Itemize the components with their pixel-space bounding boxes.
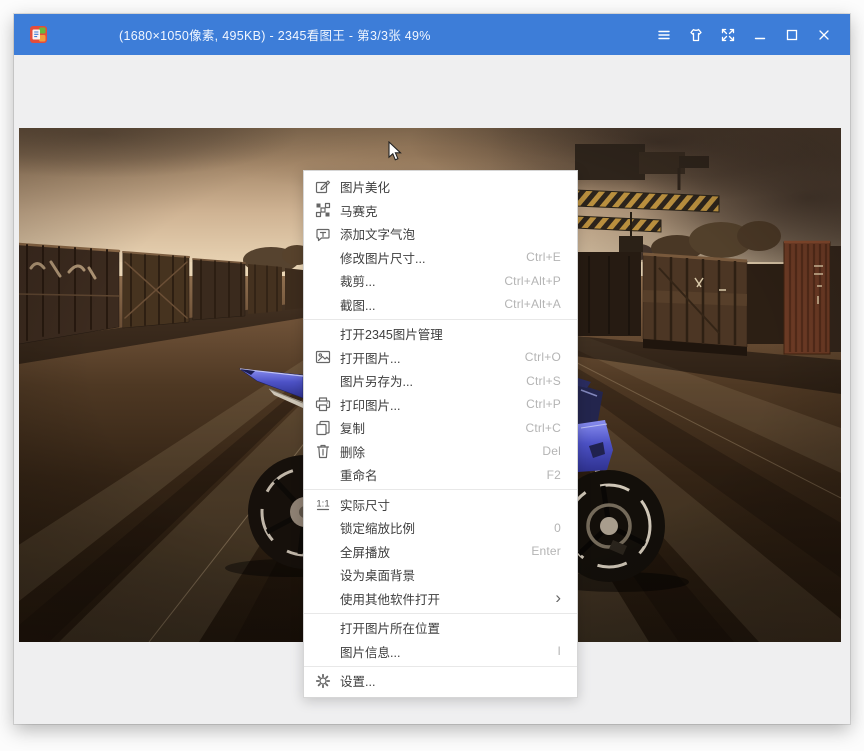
menu-item-shortcut: F2 (547, 468, 561, 482)
menu-item[interactable]: 图片信息... I (304, 640, 577, 664)
menu-item[interactable]: 使用其他软件打开 › (304, 587, 577, 611)
menu-item-label: 打印图片... (340, 395, 400, 414)
no-icon (314, 519, 332, 537)
menu-item-label: 打开2345图片管理 (340, 324, 443, 343)
menu-item[interactable]: 设为桌面背景 (304, 563, 577, 587)
submenu-arrow-icon: › (555, 589, 561, 606)
no-icon (314, 248, 332, 266)
minimize-button[interactable] (744, 20, 776, 50)
menu-separator (304, 489, 577, 490)
desktop: { "app": { "name": "2345看图王" }, "titleba… (0, 0, 864, 751)
actual-size-icon: 1:1 (314, 495, 332, 513)
skin-icon (688, 27, 704, 43)
menu-item-shortcut: I (557, 644, 561, 658)
no-icon (314, 295, 332, 313)
menu-item-label: 设置... (340, 671, 375, 690)
no-icon (314, 272, 332, 290)
menu-item-label: 图片信息... (340, 642, 400, 661)
menu-item-shortcut: Ctrl+Alt+P (504, 274, 561, 288)
menu-item-label: 重命名 (340, 465, 378, 484)
menu-item[interactable]: 重命名 F2 (304, 463, 577, 487)
menu-item[interactable]: 图片另存为... Ctrl+S (304, 369, 577, 393)
window-title: (1680×1050像素, 495KB) - 2345看图王 - 第3/3张 4… (119, 25, 431, 44)
menu-item[interactable]: 修改图片尺寸... Ctrl+E (304, 246, 577, 270)
menu-item-shortcut: Del (542, 444, 561, 458)
no-icon (314, 566, 332, 584)
fullscreen-button[interactable] (712, 20, 744, 50)
beautify-icon (314, 178, 332, 196)
fullscreen-icon (720, 27, 736, 43)
no-icon (314, 589, 332, 607)
menu-item-label: 复制 (340, 418, 365, 437)
menu-item-label: 打开图片... (340, 348, 400, 367)
menu-item-label: 打开图片所在位置 (340, 618, 440, 637)
menu-item-shortcut: Ctrl+P (526, 397, 561, 411)
menu-item[interactable]: 设置... (304, 669, 577, 693)
menu-item-label: 锁定缩放比例 (340, 518, 415, 537)
maximize-button[interactable] (776, 20, 808, 50)
menu-item-label: 设为桌面背景 (340, 565, 415, 584)
mosaic-icon (314, 201, 332, 219)
menu-item-label: 图片另存为... (340, 371, 413, 390)
close-icon (816, 27, 832, 43)
menu-item-label: 图片美化 (340, 177, 390, 196)
menu-item-shortcut: Enter (531, 544, 561, 558)
menu-icon (656, 27, 672, 43)
no-icon (314, 466, 332, 484)
no-icon (314, 325, 332, 343)
menu-item[interactable]: 全屏播放 Enter (304, 540, 577, 564)
menu-item[interactable]: 截图... Ctrl+Alt+A (304, 293, 577, 317)
minimize-icon (752, 27, 768, 43)
menu-item-shortcut: Ctrl+O (525, 350, 561, 364)
app-icon (30, 26, 47, 43)
menu-item[interactable]: 1:1 实际尺寸 (304, 493, 577, 517)
menu-item-shortcut: Ctrl+S (526, 374, 561, 388)
menu-item[interactable]: 打开图片... Ctrl+O (304, 346, 577, 370)
open-image-icon (314, 348, 332, 366)
menu-item[interactable]: 添加文字气泡 (304, 222, 577, 246)
menu-separator (304, 613, 577, 614)
menu-item-label: 添加文字气泡 (340, 224, 415, 243)
no-icon (314, 642, 332, 660)
menu-item[interactable]: 锁定缩放比例 0 (304, 516, 577, 540)
menu-separator (304, 319, 577, 320)
no-icon (314, 542, 332, 560)
menu-item[interactable]: 打开图片所在位置 (304, 616, 577, 640)
menu-item[interactable]: 裁剪... Ctrl+Alt+P (304, 269, 577, 293)
menu-item-label: 删除 (340, 442, 365, 461)
copy-icon (314, 419, 332, 437)
svg-text:1:1: 1:1 (316, 499, 329, 510)
menu-separator (304, 666, 577, 667)
menu-item-shortcut: Ctrl+Alt+A (504, 297, 561, 311)
app-menu-button[interactable] (648, 20, 680, 50)
titlebar-controls (648, 20, 840, 50)
text-bubble-icon (314, 225, 332, 243)
menu-item-label: 马赛克 (340, 201, 378, 220)
menu-item-label: 修改图片尺寸... (340, 248, 425, 267)
print-icon (314, 395, 332, 413)
menu-item-label: 全屏播放 (340, 542, 390, 561)
menu-item[interactable]: 图片美化 (304, 175, 577, 199)
maximize-icon (784, 27, 800, 43)
skin-button[interactable] (680, 20, 712, 50)
menu-item[interactable]: 打开2345图片管理 (304, 322, 577, 346)
menu-item[interactable]: 打印图片... Ctrl+P (304, 393, 577, 417)
menu-item[interactable]: 复制 Ctrl+C (304, 416, 577, 440)
menu-item-label: 截图... (340, 295, 375, 314)
menu-item-shortcut: Ctrl+E (526, 250, 561, 264)
menu-item-label: 裁剪... (340, 271, 375, 290)
no-icon (314, 619, 332, 637)
menu-item-shortcut: 0 (554, 521, 561, 535)
menu-item[interactable]: 删除 Del (304, 440, 577, 464)
close-button[interactable] (808, 20, 840, 50)
context-menu: 图片美化马赛克添加文字气泡修改图片尺寸... Ctrl+E 裁剪... Ctrl+Al… (303, 170, 578, 698)
menu-item-shortcut: Ctrl+C (525, 421, 561, 435)
delete-icon (314, 442, 332, 460)
menu-item-label: 使用其他软件打开 (340, 589, 440, 608)
titlebar[interactable]: (1680×1050像素, 495KB) - 2345看图王 - 第3/3张 4… (14, 14, 850, 55)
menu-item[interactable]: 马赛克 (304, 199, 577, 223)
no-icon (314, 372, 332, 390)
settings-icon (314, 672, 332, 690)
menu-item-label: 实际尺寸 (340, 495, 390, 514)
